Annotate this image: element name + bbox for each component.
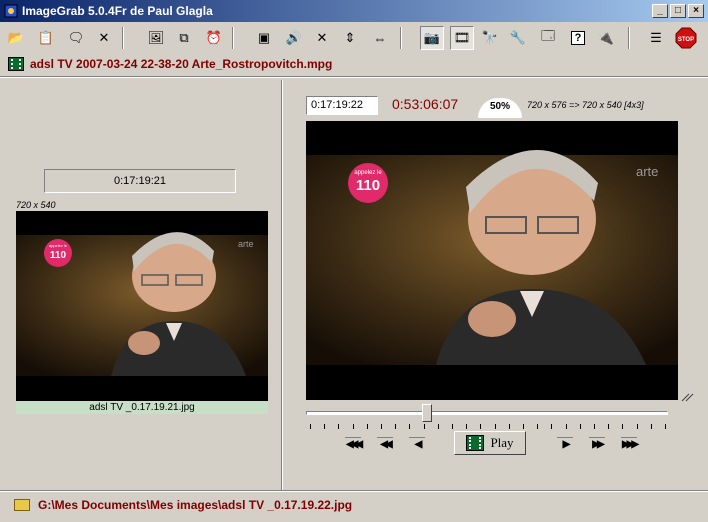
slider-tick: [366, 424, 368, 429]
saved-frame-preview[interactable]: appelez le 110 arte: [16, 211, 268, 401]
previous-frame-button[interactable]: ◀: [406, 437, 428, 453]
fast-rewind-button[interactable]: ◀◀: [374, 437, 396, 453]
total-duration: 0:53:06:07: [392, 96, 459, 112]
svg-text:appelez le: appelez le: [354, 170, 382, 176]
film-file-icon: [8, 57, 24, 71]
tools-icon[interactable]: 🔧: [506, 26, 530, 50]
zoom-level[interactable]: 50%: [478, 98, 522, 118]
slider-tick: [395, 424, 397, 429]
slider-tick: [636, 424, 638, 429]
close-file-icon[interactable]: ✕: [92, 26, 116, 50]
title-bar: ImageGrab 5.0.4Fr de Paul Glagla _ □ ×: [0, 0, 708, 22]
list-panel-icon[interactable]: ☰: [644, 26, 668, 50]
slider-tick: [622, 424, 624, 429]
slider-tick: [608, 424, 610, 429]
slider-tick: [494, 424, 496, 429]
divider: [0, 490, 708, 492]
resolution-info: 720 x 576 => 720 x 540 [4x3]: [527, 100, 644, 110]
next-frame-button[interactable]: ▶: [554, 437, 576, 453]
slider-tick: [551, 424, 553, 429]
camera-icon[interactable]: 📷: [420, 26, 444, 50]
film-icon: [466, 435, 485, 451]
play-button[interactable]: Play: [454, 431, 526, 455]
open-folder-icon[interactable]: 📂: [4, 26, 28, 50]
folder-icon: [14, 499, 30, 511]
slider-tick: [352, 424, 354, 429]
plugin-icon[interactable]: 🔌: [594, 26, 618, 50]
slider-tick: [523, 424, 524, 429]
mute-icon[interactable]: ✕: [310, 26, 334, 50]
stop-icon[interactable]: STOP: [674, 26, 698, 50]
slider-tick: [480, 424, 482, 429]
slider-tick: [452, 424, 453, 429]
position-slider-track[interactable]: [306, 411, 668, 415]
settings-window-icon[interactable]: 🗔: [536, 26, 560, 50]
minimize-button[interactable]: _: [652, 4, 668, 18]
svg-text:arte: arte: [636, 164, 658, 179]
svg-text:arte: arte: [238, 239, 254, 249]
position-slider-thumb[interactable]: [422, 404, 433, 422]
picture-icon[interactable]: 🖼: [144, 26, 168, 50]
file-name: adsl TV 2007-03-24 22-38-20 Arte_Rostrop…: [30, 57, 333, 71]
fast-forward-button[interactable]: ▶▶: [586, 437, 608, 453]
saved-image-path: G:\Mes Documents\Mes images\adsl TV _0.1…: [38, 498, 353, 512]
slider-tick: [310, 424, 311, 429]
status-bar: G:\Mes Documents\Mes images\adsl TV _0.1…: [14, 498, 352, 512]
svg-text:STOP: STOP: [678, 37, 694, 43]
vertical-resize-icon[interactable]: ⇕: [338, 26, 362, 50]
slider-tick: [537, 424, 539, 429]
saved-frame-time: 0:17:19:21: [44, 169, 236, 193]
current-file: adsl TV 2007-03-24 22-38-20 Arte_Rostrop…: [8, 56, 332, 72]
slider-tick: [565, 424, 567, 429]
maximize-button[interactable]: □: [670, 4, 686, 18]
film-icon[interactable]: 🎞: [450, 26, 474, 50]
speaker-icon[interactable]: 🔊: [282, 26, 306, 50]
first-frame-button[interactable]: ◀◀◀: [342, 437, 364, 453]
slider-tick: [665, 424, 666, 429]
horizontal-resize-icon[interactable]: ⇔: [368, 26, 392, 50]
slider-ticks: [310, 424, 666, 430]
slider-tick: [381, 424, 382, 429]
comment-icon[interactable]: 🗨: [64, 26, 88, 50]
svg-text:110: 110: [50, 250, 67, 261]
slider-tick: [650, 424, 652, 429]
resize-grip[interactable]: [680, 392, 694, 402]
slider-tick: [338, 424, 340, 429]
slider-tick: [437, 424, 439, 429]
saved-frame-resolution: 720 x 540: [16, 200, 56, 210]
slider-tick: [508, 424, 510, 429]
panel-divider: [281, 80, 283, 490]
current-time-field[interactable]: 0:17:19:22: [306, 96, 378, 115]
svg-text:appelez le: appelez le: [49, 243, 68, 248]
play-label: Play: [490, 435, 514, 450]
toolbar: 📂 📋 🗨 ✕ 🖼 ⧉ ⏰ ▣ 🔊 ✕ ⇕ ⇔ 📷 🎞 🔭 🔧 🗔 ? 🔌 ☰ …: [0, 24, 708, 54]
video-preview[interactable]: appelez le 110 arte: [306, 121, 678, 400]
slider-tick: [423, 424, 425, 429]
binoculars-icon[interactable]: 🔭: [478, 26, 502, 50]
close-button[interactable]: ×: [688, 4, 704, 18]
divider: [0, 76, 708, 78]
slider-tick: [594, 424, 595, 429]
saved-frame-caption: adsl TV _0.17.19.21.jpg: [16, 401, 268, 414]
copy-icon[interactable]: ⧉: [172, 26, 196, 50]
slider-tick: [466, 424, 468, 429]
alarm-clock-icon[interactable]: ⏰: [202, 26, 226, 50]
app-icon: [4, 4, 18, 18]
last-frame-button[interactable]: ▶▶▶: [618, 437, 640, 453]
paste-icon[interactable]: 📋: [34, 26, 58, 50]
svg-text:110: 110: [356, 177, 380, 194]
screen-icon[interactable]: ▣: [252, 26, 276, 50]
help-icon[interactable]: ?: [566, 26, 590, 50]
slider-tick: [409, 424, 411, 429]
slider-tick: [324, 424, 326, 429]
window-title: ImageGrab 5.0.4Fr de Paul Glagla: [22, 4, 213, 18]
slider-tick: [579, 424, 581, 429]
